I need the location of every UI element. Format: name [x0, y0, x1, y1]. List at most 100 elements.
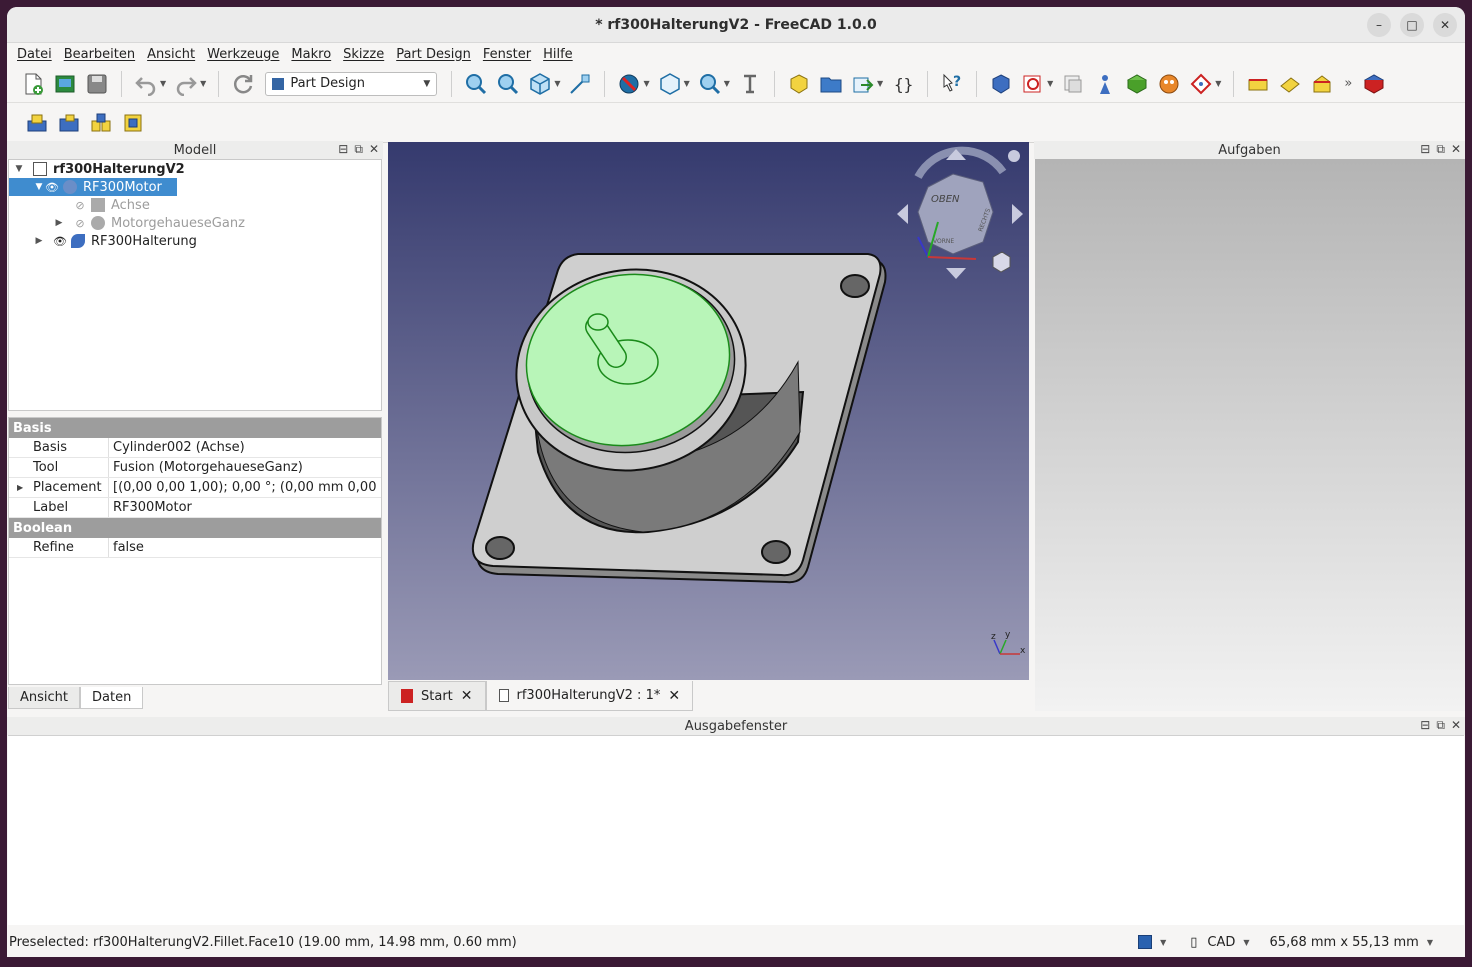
workbench-selector[interactable]: Part Design ▼ [265, 71, 438, 96]
close-tab-icon[interactable]: ✕ [461, 688, 473, 704]
new-document-button[interactable] [19, 70, 47, 98]
measure-icon[interactable] [566, 70, 594, 98]
render-mode-icon[interactable] [1138, 935, 1153, 949]
assembly-icon-4[interactable] [119, 109, 147, 137]
view-dropdown-icon[interactable]: ▼ [554, 79, 560, 88]
visibility-eye-icon[interactable]: 👁 [45, 181, 59, 194]
panel-close-icon[interactable]: ✕ [1451, 142, 1461, 157]
property-row[interactable]: Tool Fusion (MotorgehaueseGanz) [9, 458, 381, 478]
save-document-button[interactable] [83, 70, 111, 98]
draw-style-icon[interactable] [615, 70, 643, 98]
hidden-eye-icon[interactable]: ⊘ [73, 217, 87, 230]
tab-document[interactable]: rf300HalterungV2 : 1* ✕ [485, 681, 694, 711]
expand-icon[interactable]: ▶ [17, 483, 23, 492]
close-tab-icon[interactable]: ✕ [668, 688, 680, 704]
bounding-dropdown-icon[interactable]: ▼ [684, 79, 690, 88]
panel-float-icon[interactable]: ⊟ [1420, 718, 1430, 733]
property-row[interactable]: Label RF300Motor [9, 498, 381, 518]
tree-root[interactable]: ▼ rf300HalterungV2 [9, 160, 381, 178]
sketch-icon[interactable] [1091, 70, 1119, 98]
navigation-style[interactable]: CAD [1207, 935, 1235, 950]
panel-close-icon[interactable]: ✕ [369, 142, 379, 157]
menu-fenster[interactable]: Fenster [477, 47, 537, 62]
create-body-icon[interactable] [785, 70, 813, 98]
pocket-icon[interactable] [1155, 70, 1183, 98]
fillet-icon[interactable] [1244, 70, 1272, 98]
redo-dropdown-icon[interactable]: ▼ [200, 79, 206, 88]
menu-hilfe[interactable]: Hilfe [537, 47, 579, 62]
undo-button[interactable] [132, 70, 160, 98]
datum-dropdown-icon[interactable]: ▼ [1215, 79, 1221, 88]
toolbar-overflow[interactable]: » [1344, 76, 1352, 91]
pad-icon[interactable] [1123, 70, 1151, 98]
link-dropdown-icon[interactable]: ▼ [877, 79, 883, 88]
menu-part-design[interactable]: Part Design [390, 47, 477, 62]
menu-datei[interactable]: Datei [11, 47, 58, 62]
panel-undock-icon[interactable]: ⧉ [1436, 718, 1445, 733]
hidden-eye-icon[interactable]: ⊘ [73, 199, 87, 212]
property-row[interactable]: Refine false [9, 538, 381, 558]
draft-icon[interactable] [1308, 70, 1336, 98]
view-dimensions[interactable]: 65,68 mm x 55,13 mm [1270, 935, 1419, 950]
menu-werkzeuge[interactable]: Werkzeuge [201, 47, 285, 62]
nav-style-dropdown-icon[interactable]: ▼ [1243, 938, 1249, 947]
create-group-icon[interactable] [817, 70, 845, 98]
open-document-button[interactable] [51, 70, 79, 98]
render-dropdown-icon[interactable]: ▼ [1160, 938, 1166, 947]
maximize-button[interactable]: □ [1400, 13, 1424, 37]
shape-binder-icon[interactable] [1019, 70, 1047, 98]
expand-icon[interactable]: ▶ [53, 218, 65, 228]
menu-makro[interactable]: Makro [285, 47, 337, 62]
output-log[interactable] [8, 735, 1464, 925]
body-icon[interactable] [987, 70, 1015, 98]
redo-button[interactable] [172, 70, 200, 98]
assembly-icon-2[interactable] [55, 109, 83, 137]
clone-icon[interactable] [1059, 70, 1087, 98]
collapse-icon[interactable]: ▼ [33, 182, 45, 192]
tree-item-motorgehaueseganz[interactable]: ▶ ⊘ MotorgehaueseGanz [9, 214, 381, 232]
menu-skizze[interactable]: Skizze [337, 47, 390, 62]
3d-view[interactable]: OBEN VORNE RECHTS z y x [388, 142, 1029, 680]
menu-ansicht[interactable]: Ansicht [141, 47, 201, 62]
draw-style-dropdown-icon[interactable]: ▼ [643, 79, 649, 88]
undo-dropdown-icon[interactable]: ▼ [160, 79, 166, 88]
measure-tool-icon[interactable] [736, 70, 764, 98]
fit-all-icon[interactable] [462, 70, 490, 98]
chamfer-icon[interactable] [1276, 70, 1304, 98]
zoom-dropdown-icon[interactable]: ▼ [724, 79, 730, 88]
visibility-eye-icon[interactable]: 👁 [53, 235, 67, 248]
close-button[interactable]: ✕ [1433, 13, 1457, 37]
panel-undock-icon[interactable]: ⧉ [354, 142, 363, 157]
fit-selection-icon[interactable] [494, 70, 522, 98]
tree-item-achse[interactable]: ⊘ Achse [9, 196, 381, 214]
property-row-placement[interactable]: ▶ Placement [(0,00 0,00 1,00); 0,00 °; (0… [9, 478, 381, 498]
collapse-icon[interactable]: ▼ [13, 164, 25, 174]
minimize-button[interactable]: – [1367, 13, 1391, 37]
assembly-icon-1[interactable] [23, 109, 51, 137]
navigation-cube[interactable]: OBEN VORNE RECHTS [897, 146, 1023, 279]
isometric-view-icon[interactable] [526, 70, 554, 98]
tab-daten[interactable]: Daten [80, 687, 144, 709]
macro-icon[interactable]: {} [889, 70, 917, 98]
zoom-icon[interactable] [696, 70, 724, 98]
panel-float-icon[interactable]: ⊟ [338, 142, 348, 157]
tree-item-rf300halterung[interactable]: ▶ 👁 RF300Halterung [9, 232, 381, 250]
panel-close-icon[interactable]: ✕ [1451, 718, 1461, 733]
whats-this-icon[interactable]: ? [938, 70, 966, 98]
assembly-icon-3[interactable] [87, 109, 115, 137]
expand-icon[interactable]: ▶ [33, 236, 45, 246]
link-icon[interactable] [849, 70, 877, 98]
tab-ansicht[interactable]: Ansicht [8, 687, 81, 709]
datum-plane-icon[interactable] [1187, 70, 1215, 98]
tab-start[interactable]: Start ✕ [388, 681, 486, 711]
property-row[interactable]: Basis Cylinder002 (Achse) [9, 438, 381, 458]
bounding-box-icon[interactable] [656, 70, 684, 98]
panel-float-icon[interactable]: ⊟ [1420, 142, 1430, 157]
panel-undock-icon[interactable]: ⧉ [1436, 142, 1445, 157]
boolean-icon[interactable] [1360, 70, 1388, 98]
units-dropdown-icon[interactable]: ▼ [1427, 938, 1433, 947]
refresh-button[interactable] [229, 70, 257, 98]
binder-dropdown-icon[interactable]: ▼ [1047, 79, 1053, 88]
tree-item-rf300motor[interactable]: ▼ 👁 RF300Motor [9, 178, 177, 196]
menu-bearbeiten[interactable]: Bearbeiten [58, 47, 141, 62]
